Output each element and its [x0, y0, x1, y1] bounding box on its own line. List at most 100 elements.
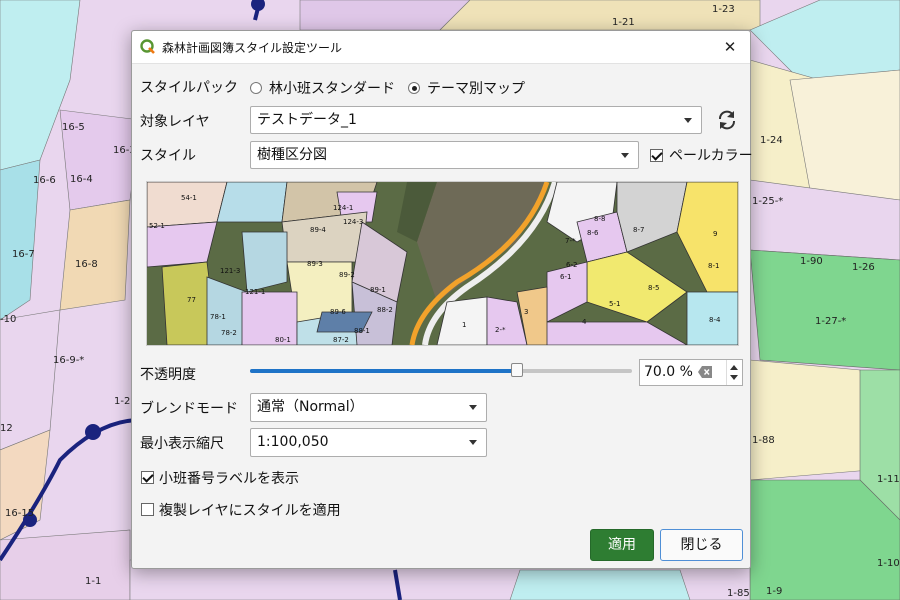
preview-label: 52-1 [149, 222, 165, 230]
preview-label: 89-2 [339, 271, 355, 279]
preview-label: 8-1 [708, 262, 719, 270]
show-label-text: 小班番号ラベルを表示 [159, 471, 299, 487]
target-layer-value: テストデータ_1 [257, 112, 357, 128]
radio-label: 林小班スタンダード [269, 81, 395, 97]
map-label: 16-9-* [53, 355, 84, 366]
preview-label: 6-1 [560, 273, 571, 281]
apply-duplicate-checkbox[interactable] [141, 503, 154, 516]
preview-label: 6-2 [566, 261, 577, 269]
opacity-slider-handle[interactable] [511, 363, 524, 377]
refresh-icon[interactable] [715, 108, 739, 132]
map-label: 1-23 [712, 4, 735, 15]
map-label: 1-10 [877, 558, 900, 569]
preview-label: 3 [524, 308, 528, 316]
map-label: 16-15 [5, 508, 34, 519]
map-label: 1-21 [612, 17, 635, 28]
preview-label: 2-* [495, 326, 506, 334]
map-label: 1-85 [727, 588, 750, 599]
preview-label: 8-8 [594, 215, 605, 223]
preview-label: 8-4 [709, 316, 721, 324]
style-select[interactable]: 樹種区分図 [250, 141, 639, 169]
opacity-value: 70.0 % [644, 364, 693, 380]
spin-arrows[interactable] [726, 360, 742, 385]
map-label: 16-6 [33, 175, 56, 186]
preview-label: 78-1 [210, 313, 226, 321]
preview-label: 121-3 [220, 267, 240, 275]
map-label: 1-11 [877, 474, 900, 485]
chevron-down-icon [684, 118, 692, 123]
chevron-down-icon [621, 153, 629, 158]
dialog-titlebar[interactable]: 森林計画図簿スタイル設定ツール ✕ [132, 31, 750, 64]
map-label: 1-88 [752, 435, 775, 446]
blend-mode-value: 通常（Normal） [257, 399, 364, 415]
pale-color-checkbox[interactable] [650, 149, 663, 162]
preview-label: 87-2 [333, 336, 349, 344]
map-label: 1-25-* [752, 196, 783, 207]
radio-label: テーマ別マップ [427, 81, 525, 97]
preview-label: 8-5 [648, 284, 659, 292]
min-scale-select[interactable]: 1:100,050 [250, 428, 487, 457]
preview-label: 89-6 [330, 308, 346, 316]
target-layer-select[interactable]: テストデータ_1 [250, 106, 702, 134]
dialog-title: 森林計画図簿スタイル設定ツール [162, 41, 343, 55]
qgis-logo-icon [140, 39, 155, 54]
radio-style-pack-theme[interactable]: テーマ別マップ [408, 78, 525, 98]
map-label: 1-2 [114, 396, 130, 407]
radio-button-selected[interactable] [408, 82, 420, 94]
preview-label: 77 [187, 296, 196, 304]
min-scale-value: 1:100,050 [257, 434, 329, 450]
map-label: 16-8 [75, 259, 98, 270]
opacity-slider-fill [250, 369, 518, 373]
close-icon[interactable]: ✕ [718, 35, 742, 59]
style-settings-dialog: 森林計画図簿スタイル設定ツール ✕ スタイルパック 林小班スタンダード テーマ別… [131, 30, 753, 569]
map-label: 1-1 [85, 576, 101, 587]
map-label: -10 [0, 314, 16, 325]
style-value: 樹種区分図 [257, 147, 327, 163]
style-label: スタイル [140, 148, 196, 164]
preview-label: 89-1 [370, 286, 386, 294]
close-button[interactable]: 閉じる [660, 529, 743, 561]
preview-label: 89-4 [310, 226, 326, 234]
preview-label: 88-1 [354, 327, 370, 335]
target-layer-label: 対象レイヤ [140, 114, 210, 130]
map-label: 16-4 [70, 174, 93, 185]
style-preview-image: 54-1 52-1 124-1 124-3 89-4 89-3 89-2 89-… [146, 181, 739, 346]
blend-mode-label: ブレンドモード [140, 401, 238, 417]
radio-style-pack-standard[interactable]: 林小班スタンダード [250, 78, 395, 98]
apply-duplicate-text: 複製レイヤにスタイルを適用 [159, 503, 341, 519]
chevron-down-icon [469, 440, 477, 445]
preview-label: 88-2 [377, 306, 393, 314]
chevron-down-icon[interactable] [730, 375, 738, 380]
opacity-spinbox[interactable]: 70.0 % [639, 359, 743, 386]
preview-label: 80-1 [275, 336, 291, 344]
preview-label: 8-7 [633, 226, 644, 234]
preview-label: 5-1 [609, 300, 620, 308]
opacity-slider[interactable] [250, 363, 632, 377]
map-label: 16-7 [12, 249, 35, 260]
chevron-down-icon [469, 405, 477, 410]
clear-icon[interactable] [698, 366, 712, 378]
preview-label: 8-6 [587, 229, 599, 237]
map-label: 1-90 [800, 256, 823, 267]
preview-label: 9 [713, 230, 717, 238]
preview-label: 124-1 [333, 204, 353, 212]
preview-label: 54-1 [181, 194, 197, 202]
map-label: 1-24 [760, 135, 783, 146]
min-scale-label: 最小表示縮尺 [140, 436, 224, 452]
radio-button[interactable] [250, 82, 262, 94]
preview-label: 124-3 [343, 218, 363, 226]
map-label: 16-5 [62, 122, 85, 133]
apply-button[interactable]: 適用 [590, 529, 654, 561]
blend-mode-select[interactable]: 通常（Normal） [250, 393, 487, 422]
chevron-up-icon[interactable] [730, 365, 738, 370]
map-label: 1-26 [852, 262, 875, 273]
preview-label: 121-1 [245, 288, 265, 296]
pale-color-label: ペールカラー [669, 148, 753, 164]
preview-label: 89-3 [307, 260, 323, 268]
style-pack-label: スタイルパック [140, 80, 238, 96]
show-label-checkbox[interactable] [141, 471, 154, 484]
map-label: 12 [0, 423, 13, 434]
map-label: 1-9 [766, 586, 782, 597]
preview-label: 4 [582, 318, 587, 326]
preview-label: 7-* [565, 237, 576, 245]
